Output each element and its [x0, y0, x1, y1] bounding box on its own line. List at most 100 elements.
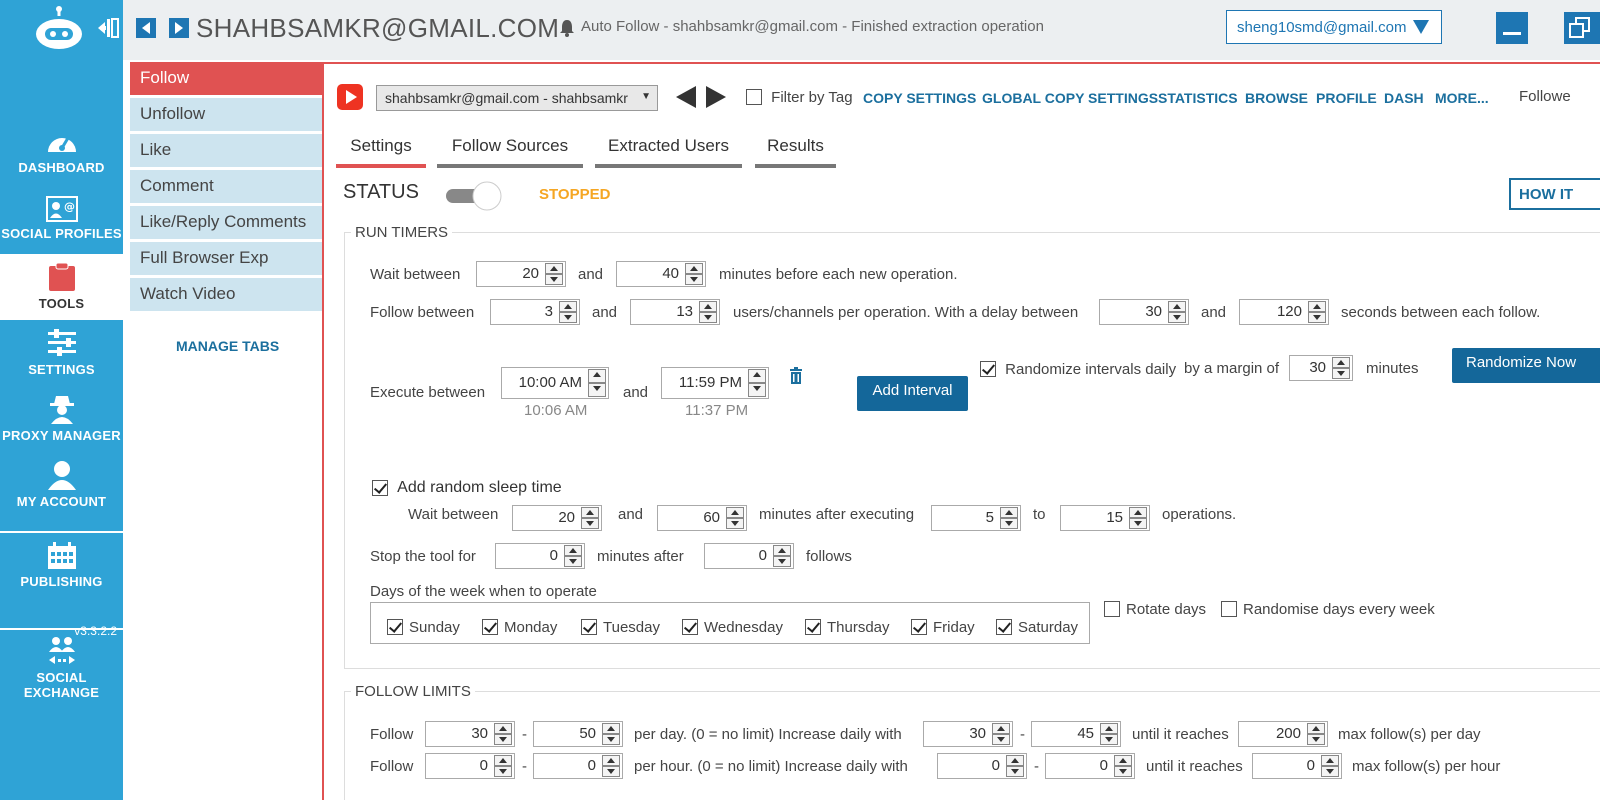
tab-unfollow[interactable]: Unfollow: [130, 98, 322, 131]
trash-icon[interactable]: [789, 367, 803, 385]
delay-max-stepper[interactable]: 120: [1239, 299, 1329, 325]
prev-arrow-icon[interactable]: [676, 86, 696, 108]
per-day-min-stepper[interactable]: 30: [425, 721, 515, 747]
per-hour-max-stepper[interactable]: 0: [533, 753, 623, 779]
stepper-up-icon[interactable]: [699, 301, 717, 312]
dash-link[interactable]: DASH: [1384, 90, 1424, 106]
stepper-up-icon[interactable]: [1321, 755, 1339, 766]
stepper-up-icon[interactable]: [726, 507, 744, 518]
delay-min-stepper[interactable]: 30: [1099, 299, 1189, 325]
manage-tabs-link[interactable]: MANAGE TABS: [176, 338, 279, 354]
stepper-down-icon[interactable]: [992, 734, 1010, 745]
tab-settings[interactable]: Settings: [336, 136, 426, 168]
stepper-up-icon[interactable]: [1000, 507, 1018, 518]
stepper-up-icon[interactable]: [588, 369, 606, 383]
stepper-up-icon[interactable]: [1308, 301, 1326, 312]
sidebar-item-social-exchange[interactable]: SOCIAL EXCHANGE: [0, 636, 123, 700]
stepper-down-icon[interactable]: [494, 766, 512, 777]
stepper-up-icon[interactable]: [748, 369, 766, 383]
day-friday[interactable]: Friday: [911, 618, 975, 636]
add-interval-button[interactable]: Add Interval: [857, 376, 968, 411]
rotate-days[interactable]: Rotate days: [1104, 600, 1206, 618]
stepper-up-icon[interactable]: [559, 301, 577, 312]
per-hour-inc-min-stepper[interactable]: 0: [937, 753, 1027, 779]
stepper-up-icon[interactable]: [545, 263, 563, 274]
tab-full-browser-exp[interactable]: Full Browser Exp: [130, 242, 322, 275]
stepper-down-icon[interactable]: [494, 734, 512, 745]
stepper-down-icon[interactable]: [559, 312, 577, 323]
filter-by-tag-checkbox[interactable]: [746, 89, 762, 106]
how-it-works-button[interactable]: HOW IT: [1509, 178, 1600, 210]
sidebar-item-my-account[interactable]: MY ACCOUNT: [0, 460, 123, 509]
stepper-up-icon[interactable]: [581, 507, 599, 518]
prev-account-button[interactable]: [136, 18, 156, 38]
tab-follow[interactable]: Follow: [130, 62, 322, 95]
stepper-down-icon[interactable]: [1307, 734, 1325, 745]
stepper-down-icon[interactable]: [581, 518, 599, 529]
stepper-down-icon[interactable]: [1168, 312, 1186, 323]
stepper-down-icon[interactable]: [726, 518, 744, 529]
day-monday[interactable]: Monday: [482, 618, 557, 636]
filter-by-tag[interactable]: Filter by Tag: [746, 88, 853, 106]
stepper-down-icon[interactable]: [1006, 766, 1024, 777]
tab-follow-sources[interactable]: Follow Sources: [437, 136, 583, 168]
more-link[interactable]: MORE...: [1435, 90, 1489, 106]
stepper-down-icon[interactable]: [564, 556, 582, 567]
stepper-up-icon[interactable]: [494, 723, 512, 734]
tab-results[interactable]: Results: [755, 136, 836, 168]
status-toggle[interactable]: [444, 181, 504, 211]
randomize-now-button[interactable]: Randomize Now: [1452, 348, 1600, 383]
stepper-up-icon[interactable]: [1006, 755, 1024, 766]
stepper-down-icon[interactable]: [1114, 766, 1132, 777]
sidebar-item-proxy-manager[interactable]: PROXY MANAGER: [0, 394, 123, 443]
per-hour-min-stepper[interactable]: 0: [425, 753, 515, 779]
stepper-down-icon[interactable]: [748, 383, 766, 397]
margin-stepper[interactable]: 30: [1289, 355, 1353, 381]
day-checkbox[interactable]: [996, 619, 1012, 636]
stepper-up-icon[interactable]: [1168, 301, 1186, 312]
stop-follows-stepper[interactable]: 0: [704, 543, 794, 569]
day-thursday[interactable]: Thursday: [805, 618, 890, 636]
add-random-sleep[interactable]: Add random sleep time: [372, 479, 562, 497]
stepper-up-icon[interactable]: [1129, 507, 1147, 518]
stepper-down-icon[interactable]: [588, 383, 606, 397]
stepper-down-icon[interactable]: [602, 734, 620, 745]
wait-min-stepper[interactable]: 20: [476, 261, 566, 287]
day-checkbox[interactable]: [805, 619, 821, 636]
stepper-down-icon[interactable]: [1308, 312, 1326, 323]
sidebar-item-dashboard[interactable]: DASHBOARD: [0, 128, 123, 175]
browse-link[interactable]: BROWSE: [1245, 90, 1308, 106]
tab-like[interactable]: Like: [130, 134, 322, 167]
tab-extracted-users[interactable]: Extracted Users: [595, 136, 742, 168]
stepper-down-icon[interactable]: [545, 274, 563, 285]
exec-start-time[interactable]: 10:00 AM: [501, 367, 609, 399]
rotate-days-checkbox[interactable]: [1104, 601, 1120, 618]
stop-minutes-stepper[interactable]: 0: [495, 543, 585, 569]
randomize-intervals[interactable]: Randomize intervals daily: [980, 360, 1176, 378]
sidebar-item-settings[interactable]: SETTINGS: [0, 328, 123, 377]
copy-settings-link[interactable]: COPY SETTINGS: [863, 90, 976, 106]
user-select-dropdown[interactable]: sheng10smd@gmail.com: [1226, 10, 1442, 44]
tab-watch-video[interactable]: Watch Video: [130, 278, 322, 311]
next-account-button[interactable]: [169, 18, 189, 38]
stepper-down-icon[interactable]: [685, 274, 703, 285]
restore-button[interactable]: [1564, 12, 1600, 44]
stepper-up-icon[interactable]: [602, 723, 620, 734]
stepper-down-icon[interactable]: [1000, 518, 1018, 529]
per-day-max-stepper[interactable]: 50: [533, 721, 623, 747]
follow-max-stepper[interactable]: 13: [630, 299, 720, 325]
stepper-down-icon[interactable]: [1100, 734, 1118, 745]
wait-max-stepper[interactable]: 40: [616, 261, 706, 287]
profile-link[interactable]: PROFILE: [1316, 90, 1377, 106]
stepper-down-icon[interactable]: [602, 766, 620, 777]
day-wednesday[interactable]: Wednesday: [682, 618, 783, 636]
stepper-down-icon[interactable]: [1321, 766, 1339, 777]
randomize-intervals-checkbox[interactable]: [980, 361, 996, 378]
stepper-down-icon[interactable]: [773, 556, 791, 567]
logout-icon[interactable]: [96, 16, 120, 40]
global-copy-settings-link[interactable]: GLOBAL COPY SETTINGS: [982, 90, 1158, 106]
day-tuesday[interactable]: Tuesday: [581, 618, 660, 636]
ops-max-stepper[interactable]: 15: [1060, 505, 1150, 531]
stepper-down-icon[interactable]: [1129, 518, 1147, 529]
day-checkbox[interactable]: [911, 619, 927, 636]
